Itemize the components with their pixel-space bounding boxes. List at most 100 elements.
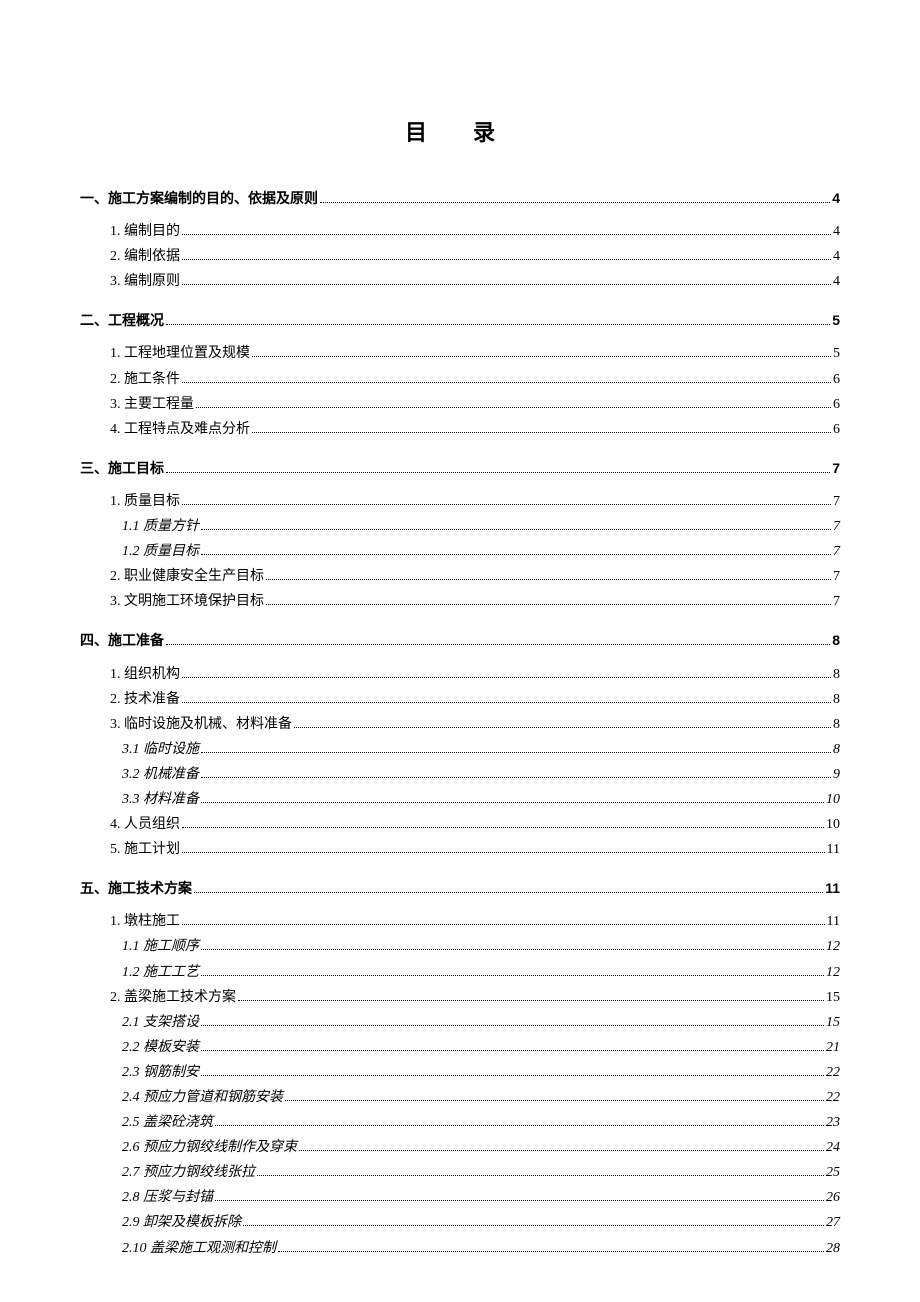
toc-leader-dots [257,1168,824,1176]
table-of-contents: 一、施工方案编制的目的、依据及原则41. 编制目的42. 编制依据43. 编制原… [80,187,840,1260]
toc-label: 二、工程概况 [80,309,164,332]
toc-entry: 1. 组织机构8 [80,663,840,686]
toc-label: 五、施工技术方案 [80,877,192,900]
toc-page-number: 25 [826,1161,840,1184]
toc-page-number: 11 [825,877,840,900]
toc-leader-dots [201,795,824,803]
toc-entry: 一、施工方案编制的目的、依据及原则4 [80,187,840,210]
toc-label: 2. 盖梁施工技术方案 [110,986,236,1009]
toc-label: 3.3 材料准备 [122,788,199,811]
toc-leader-dots [182,497,831,505]
toc-page-number: 10 [826,813,840,836]
toc-page-number: 10 [826,788,840,811]
toc-page-number: 12 [826,961,840,984]
toc-page-number: 6 [833,393,840,416]
toc-label: 1. 工程地理位置及规模 [110,342,250,365]
toc-label: 2.6 预应力钢绞线制作及穿束 [122,1136,297,1159]
toc-page-number: 5 [832,309,840,332]
toc-entry: 1.2 质量目标7 [80,540,840,563]
toc-leader-dots [299,1143,824,1151]
toc-leader-dots [294,719,831,727]
toc-leader-dots [194,885,823,893]
toc-label: 3.1 临时设施 [122,738,199,761]
toc-leader-dots [215,1193,824,1201]
toc-page-number: 26 [826,1186,840,1209]
toc-leader-dots [238,992,824,1000]
toc-label: 4. 工程特点及难点分析 [110,418,250,441]
toc-entry: 5. 施工计划 11 [80,838,840,861]
toc-page-number: 23 [826,1111,840,1134]
toc-page-number: 21 [826,1036,840,1059]
toc-label: 1. 墩柱施工 [110,910,180,933]
toc-leader-dots [182,277,831,285]
toc-leader-dots [201,522,831,530]
toc-page-number: 7 [833,515,840,538]
toc-label: 2.8 压浆与封锚 [122,1186,213,1209]
toc-page-number: 8 [833,713,840,736]
toc-leader-dots [182,917,825,925]
toc-label: 1.1 施工顺序 [122,935,199,958]
toc-leader-dots [320,195,830,203]
toc-page-number: 7 [832,457,840,480]
toc-page-number: 28 [826,1237,840,1260]
toc-entry: 2.8 压浆与封锚 26 [80,1186,840,1209]
toc-leader-dots [201,967,824,975]
toc-page-number: 5 [833,342,840,365]
toc-page-number: 4 [833,220,840,243]
toc-page-number: 11 [827,838,840,861]
toc-entry: 4. 工程特点及难点分析 6 [80,418,840,441]
toc-label: 2.5 盖梁砼浇筑 [122,1111,213,1134]
toc-label: 1.2 施工工艺 [122,961,199,984]
toc-leader-dots [243,1218,824,1226]
toc-label: 1. 质量目标 [110,490,180,513]
toc-entry: 2.9 卸架及模板拆除27 [80,1211,840,1234]
toc-entry: 1.1 质量方针7 [80,515,840,538]
toc-entry: 3. 编制原则 4 [80,270,840,293]
toc-entry: 2. 盖梁施工技术方案 15 [80,986,840,1009]
toc-label: 1. 编制目的 [110,220,180,243]
toc-entry: 2.3 钢筋制安22 [80,1061,840,1084]
toc-leader-dots [201,744,831,752]
toc-page-number: 15 [826,1011,840,1034]
toc-label: 2. 技术准备 [110,688,180,711]
toc-label: 3. 编制原则 [110,270,180,293]
toc-entry: 4. 人员组织 10 [80,813,840,836]
toc-leader-dots [182,252,831,260]
toc-leader-dots [182,227,831,235]
toc-entry: 1.2 施工工艺 12 [80,961,840,984]
toc-leader-dots [278,1243,824,1251]
toc-entry: 2.7 预应力钢绞线张拉25 [80,1161,840,1184]
toc-leader-dots [166,317,830,325]
toc-label: 2. 职业健康安全生产目标 [110,565,264,588]
toc-page-number: 6 [833,418,840,441]
toc-entry: 1. 编制目的 4 [80,220,840,243]
toc-label: 2.2 模板安装 [122,1036,199,1059]
toc-entry: 三、施工目标7 [80,457,840,480]
toc-entry: 3. 主要工程量6 [80,393,840,416]
toc-label: 2.4 预应力管道和钢筋安装 [122,1086,283,1109]
toc-page-number: 15 [826,986,840,1009]
toc-leader-dots [182,669,831,677]
toc-page-number: 4 [833,245,840,268]
toc-leader-dots [252,424,831,432]
toc-page-number: 4 [833,270,840,293]
toc-leader-dots [182,820,824,828]
toc-leader-dots [201,1042,824,1050]
toc-entry: 2.6 预应力钢绞线制作及穿束24 [80,1136,840,1159]
toc-leader-dots [252,349,831,357]
toc-label: 5. 施工计划 [110,838,180,861]
toc-label: 1.2 质量目标 [122,540,199,563]
toc-label: 2. 编制依据 [110,245,180,268]
toc-leader-dots [201,769,831,777]
toc-entry: 3.1 临时设施 8 [80,738,840,761]
toc-page-number: 7 [833,490,840,513]
toc-entry: 2. 编制依据 4 [80,245,840,268]
toc-label: 3. 临时设施及机械、材料准备 [110,713,292,736]
toc-leader-dots [201,547,831,555]
toc-entry: 3. 文明施工环境保护目标7 [80,590,840,613]
toc-page-number: 8 [833,738,840,761]
toc-entry: 3.3 材料准备 10 [80,788,840,811]
toc-label: 四、施工准备 [80,629,164,652]
toc-label: 4. 人员组织 [110,813,180,836]
toc-page-number: 8 [833,663,840,686]
